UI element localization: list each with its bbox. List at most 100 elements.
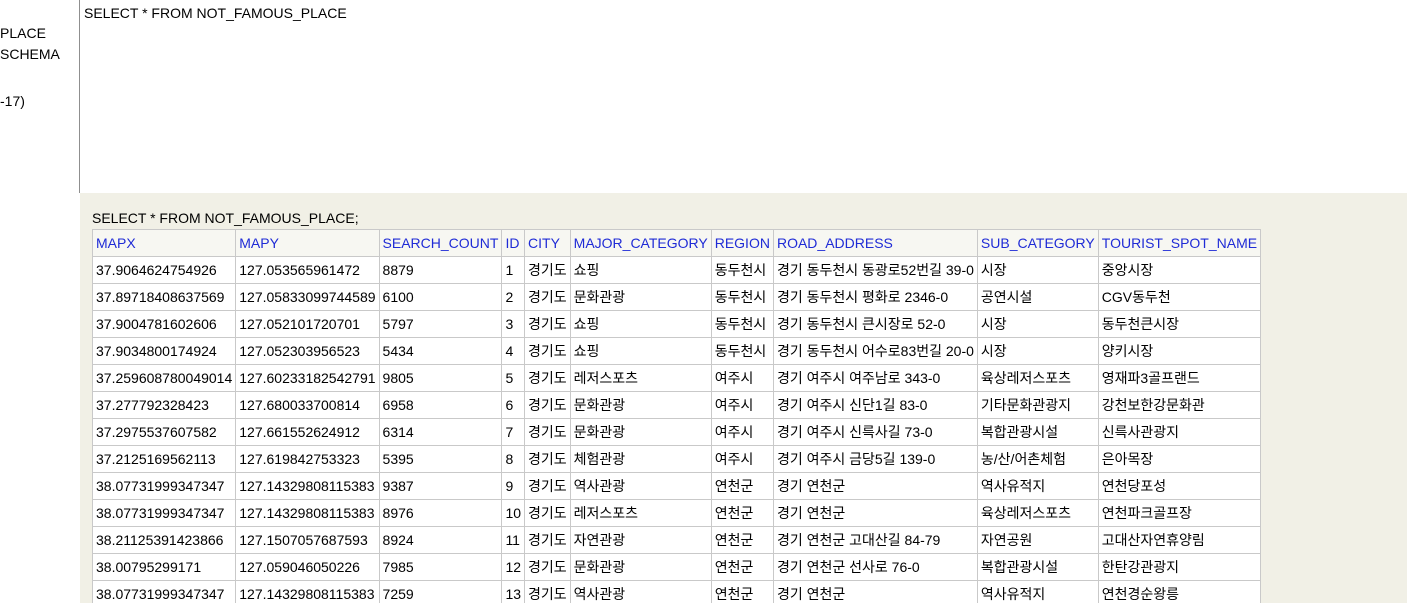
table-cell: 127.1507057687593 [235, 526, 380, 554]
column-header[interactable]: REGION [710, 229, 774, 257]
table-cell: 연천군 [710, 499, 774, 527]
sidebar-item-place[interactable]: PLACE [0, 25, 46, 42]
sidebar-item-schema[interactable]: SCHEMA [0, 46, 60, 63]
sql-editor[interactable]: SELECT * FROM NOT_FAMOUS_PLACE [80, 0, 1407, 193]
table-row: 37.2975537607582 127.661552624912 6314 7 경기도… [91, 418, 1262, 446]
table-cell: 127.053565961472 [235, 256, 380, 284]
table-row: 38.07731999347347 127.14329808115383 9387 9… [91, 472, 1262, 500]
column-header[interactable]: CITY [524, 229, 571, 257]
table-cell: 6314 [378, 418, 503, 446]
table-cell: 레저스포츠 [569, 499, 712, 527]
table-cell: 문화관광 [569, 553, 712, 581]
sidebar-item-history[interactable]: -17) [0, 93, 25, 110]
table-row: 38.07731999347347 127.14329808115383 8976 1… [91, 499, 1262, 527]
table-cell: 육상레저스포츠 [976, 364, 1099, 392]
table-cell: 경기 여주시 신륵사길 73-0 [772, 418, 978, 446]
table-cell: 13 [501, 580, 526, 603]
table-cell: 시장 [976, 256, 1099, 284]
column-header[interactable]: SUB_CATEGORY [976, 229, 1099, 257]
column-header[interactable]: ID [501, 229, 526, 257]
table-cell: 37.89718408637569 [91, 283, 237, 311]
table-cell: 경기도 [524, 526, 571, 554]
table-cell: 문화관광 [569, 418, 712, 446]
table-cell: 38.07731999347347 [91, 472, 237, 500]
table-cell: 9387 [378, 472, 503, 500]
table-cell: 경기 연천군 고대산길 84-79 [772, 526, 978, 554]
table-cell: 38.00795299171 [91, 553, 237, 581]
table-cell: 2 [501, 283, 526, 311]
table-cell: 경기 동두천시 어수로83번길 20-0 [772, 337, 978, 365]
table-cell: 연천경순왕릉 [1097, 580, 1262, 603]
table-cell: 10 [501, 499, 526, 527]
table-row: 38.00795299171 127.059046050226 7985 12 경기도 문… [91, 553, 1262, 581]
table-cell: 37.277792328423 [91, 391, 237, 419]
table-cell: 역사유적지 [976, 580, 1099, 603]
table-cell: 37.2975537607582 [91, 418, 237, 446]
table-cell: 문화관광 [569, 391, 712, 419]
table-cell: 7 [501, 418, 526, 446]
table-cell: 127.059046050226 [235, 553, 380, 581]
table-cell: 경기도 [524, 445, 571, 473]
column-header[interactable]: ROAD_ADDRESS [772, 229, 978, 257]
table-cell: 9805 [378, 364, 503, 392]
table-cell: 여주시 [710, 391, 774, 419]
table-cell: 경기 동두천시 평화로 2346-0 [772, 283, 978, 311]
table-cell: 영재파3골프랜드 [1097, 364, 1262, 392]
table-cell: 37.9034800174924 [91, 337, 237, 365]
table-cell: 5 [501, 364, 526, 392]
table-cell: 127.052303956523 [235, 337, 380, 365]
table-cell: 127.680033700814 [235, 391, 380, 419]
column-header[interactable]: MAJOR_CATEGORY [569, 229, 712, 257]
table-header-row: MAPX MAPY SEARCH_COUNT ID CITY MAJOR_CATEGORY… [91, 229, 1262, 257]
table-cell: 경기 여주시 신단1길 83-0 [772, 391, 978, 419]
sql-editor-text[interactable]: SELECT * FROM NOT_FAMOUS_PLACE [84, 5, 347, 21]
table-cell: 연천당포성 [1097, 472, 1262, 500]
table-cell: 여주시 [710, 445, 774, 473]
table-cell: 127.14329808115383 [235, 580, 380, 603]
table-cell: 경기도 [524, 418, 571, 446]
table-cell: 동두천시 [710, 283, 774, 311]
table-cell: 37.9004781602606 [91, 310, 237, 338]
table-cell: 경기도 [524, 580, 571, 603]
table-cell: 37.9064624754926 [91, 256, 237, 284]
table-cell: 체험관광 [569, 445, 712, 473]
table-cell: 고대산자연휴양림 [1097, 526, 1262, 554]
table-cell: 여주시 [710, 364, 774, 392]
table-row: 37.259608780049014 127.60233182542791 9805… [91, 364, 1262, 392]
schema-sidebar: PLACE SCHEMA -17) [0, 0, 80, 193]
table-cell: 여주시 [710, 418, 774, 446]
table-cell: CGV동두천 [1097, 283, 1262, 311]
table-cell: 은아목장 [1097, 445, 1262, 473]
table-cell: 7259 [378, 580, 503, 603]
column-header[interactable]: MAPY [235, 229, 380, 257]
table-cell: 38.07731999347347 [91, 580, 237, 603]
table-cell: 중앙시장 [1097, 256, 1262, 284]
table-cell: 연천군 [710, 553, 774, 581]
table-cell: 경기 여주시 여주남로 343-0 [772, 364, 978, 392]
results-query-echo: SELECT * FROM NOT_FAMOUS_PLACE; [92, 210, 359, 226]
column-header[interactable]: TOURIST_SPOT_NAME [1097, 229, 1262, 257]
table-cell: 6 [501, 391, 526, 419]
table-cell: 37.2125169562113 [91, 445, 237, 473]
table-cell: 5395 [378, 445, 503, 473]
table-cell: 경기도 [524, 499, 571, 527]
table-cell: 6100 [378, 283, 503, 311]
table-cell: 육상레저스포츠 [976, 499, 1099, 527]
table-cell: 127.05833099744589 [235, 283, 380, 311]
table-cell: 연천파크골프장 [1097, 499, 1262, 527]
table-cell: 경기 여주시 금당5길 139-0 [772, 445, 978, 473]
table-cell: 7985 [378, 553, 503, 581]
table-cell: 경기 연천군 선사로 76-0 [772, 553, 978, 581]
column-header[interactable]: SEARCH_COUNT [378, 229, 503, 257]
column-header[interactable]: MAPX [91, 229, 237, 257]
table-cell: 4 [501, 337, 526, 365]
table-cell: 경기도 [524, 310, 571, 338]
table-cell: 12 [501, 553, 526, 581]
table-cell: 역사관광 [569, 472, 712, 500]
table-cell: 농/산/어촌체험 [976, 445, 1099, 473]
table-cell: 신륵사관광지 [1097, 418, 1262, 446]
table-cell: 레저스포츠 [569, 364, 712, 392]
table-body: 37.9064624754926 127.053565961472 8879 1 경기도… [91, 256, 1262, 603]
table-cell: 경기도 [524, 337, 571, 365]
table-cell: 시장 [976, 310, 1099, 338]
